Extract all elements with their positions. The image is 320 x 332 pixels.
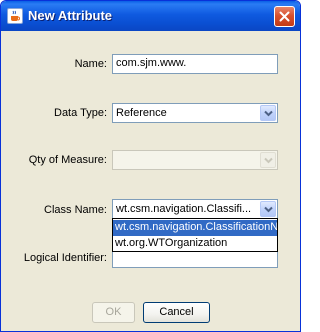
- close-icon: [279, 11, 290, 22]
- qty-of-measure-select: [112, 150, 278, 170]
- class-name-select[interactable]: wt.csm.navigation.Classifi...: [112, 199, 278, 219]
- qty-of-measure-dropdown-button: [260, 152, 276, 168]
- name-label: Name:: [74, 58, 107, 70]
- dropdown-option[interactable]: wt.org.WTOrganization: [113, 236, 277, 251]
- data-type-select[interactable]: Reference: [112, 103, 278, 123]
- dialog-title: New Attribute: [28, 8, 113, 23]
- chevron-down-icon: [264, 206, 273, 213]
- java-cup-icon: [7, 8, 23, 24]
- qty-of-measure-label: Qty of Measure:: [28, 154, 107, 166]
- data-type-value: Reference: [116, 107, 167, 119]
- class-name-dropdown-button[interactable]: [260, 201, 276, 217]
- chevron-down-icon: [264, 110, 273, 117]
- data-type-dropdown-button[interactable]: [260, 105, 276, 121]
- ok-button[interactable]: OK: [92, 302, 135, 323]
- chevron-down-icon: [264, 157, 273, 164]
- title-bar[interactable]: New Attribute: [1, 1, 300, 31]
- close-button[interactable]: [274, 6, 295, 27]
- name-field[interactable]: com.sjm.www.: [112, 54, 278, 74]
- class-name-dropdown-list: wt.csm.navigation.ClassificationNode wt.…: [112, 218, 278, 252]
- class-name-label: Class Name:: [44, 204, 107, 216]
- new-attribute-dialog: New Attribute Name: com.sjm.www. Data Ty…: [0, 0, 301, 332]
- class-name-value: wt.csm.navigation.Classifi...: [116, 203, 252, 215]
- cancel-button[interactable]: Cancel: [143, 302, 210, 323]
- logical-identifier-label: Logical Identifier:: [23, 252, 107, 264]
- data-type-label: Data Type:: [54, 107, 107, 119]
- dropdown-option[interactable]: wt.csm.navigation.ClassificationNode: [113, 220, 277, 236]
